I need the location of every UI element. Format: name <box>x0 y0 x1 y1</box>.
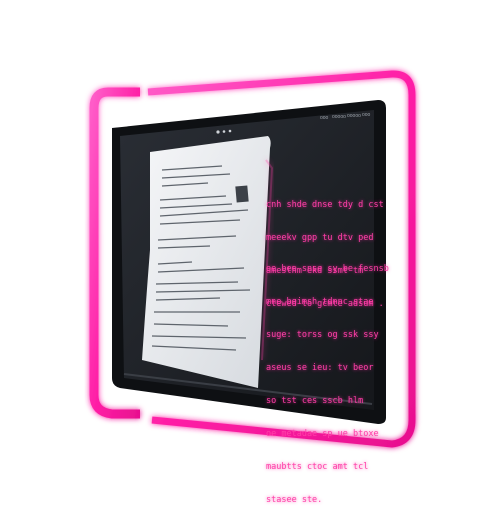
paper-document <box>142 136 271 388</box>
glow-line: so tst ces sscb hlm <box>266 396 364 406</box>
nav-item-1[interactable]: ooo <box>320 115 328 121</box>
nav-item-3[interactable]: ooooo <box>347 113 361 119</box>
glow-line: stasee ste. <box>266 495 323 505</box>
glow-line: aseus se ieu: tv beor <box>266 363 374 373</box>
camera-dot <box>216 130 220 134</box>
glow-line: suge: torss og ssk ssy <box>266 330 379 340</box>
glow-line: maubtts ctoc amt tcl <box>266 462 369 472</box>
nav-item-2[interactable]: ooooo <box>332 114 346 120</box>
nav-item-4[interactable]: ooo <box>362 112 370 118</box>
glow-line: mne beimsh tdnnc stae <box>266 297 374 307</box>
tablet-scene: ooo ooooo ooooo ooo cnh shde dnse tdy d … <box>0 0 500 505</box>
glow-line: cnh shde dnse tdy d cst <box>266 200 384 210</box>
glow-text-block-2: oe bee snse sy be fesnsb mne beimsh tdnn… <box>266 242 389 528</box>
glow-line: oe metadae sp ue btoxe <box>266 429 379 439</box>
tablet-illustration <box>89 70 416 448</box>
glow-line: oe bee snse sy be fesnsb <box>266 264 389 274</box>
